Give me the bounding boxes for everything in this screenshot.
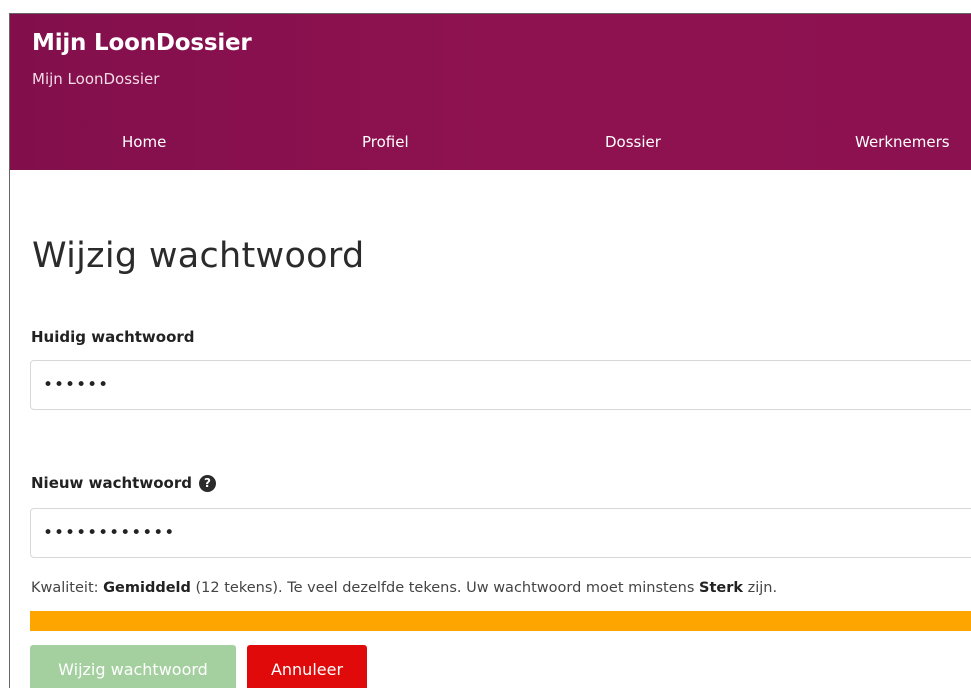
quality-detail: (12 tekens). Te veel dezelfde tekens. Uw… bbox=[190, 580, 699, 596]
current-password-field[interactable] bbox=[30, 360, 971, 410]
password-strength-bar bbox=[30, 611, 971, 631]
site-header: Mijn LoonDossier Mijn LoonDossier Home P… bbox=[10, 14, 971, 170]
nav-item-dossier[interactable]: Dossier bbox=[605, 133, 661, 151]
change-password-button[interactable]: Wijzig wachtwoord bbox=[30, 645, 236, 688]
new-password-label-text: Nieuw wachtwoord bbox=[31, 474, 192, 492]
nav-item-profiel[interactable]: Profiel bbox=[362, 133, 409, 151]
current-password-label-text: Huidig wachtwoord bbox=[31, 328, 195, 346]
quality-required-level: Sterk bbox=[699, 580, 744, 596]
nav-item-werknemers[interactable]: Werknemers bbox=[855, 133, 950, 151]
page-title: Wijzig wachtwoord bbox=[32, 236, 365, 276]
main-nav: Home Profiel Dossier Werknemers bbox=[10, 133, 971, 170]
new-password-field[interactable] bbox=[30, 508, 971, 558]
browser-window: Mijn LoonDossier Mijn LoonDossier Home P… bbox=[9, 13, 971, 688]
nav-item-home[interactable]: Home bbox=[122, 133, 166, 151]
new-password-label: Nieuw wachtwoord ? bbox=[31, 474, 216, 492]
quality-level: Gemiddeld bbox=[103, 580, 191, 596]
quality-suffix: zijn. bbox=[743, 580, 778, 596]
current-password-label: Huidig wachtwoord bbox=[31, 328, 195, 346]
password-quality-text: Kwaliteit: Gemiddeld (12 tekens). Te vee… bbox=[31, 580, 777, 596]
password-strength-fill bbox=[30, 611, 971, 631]
cancel-button[interactable]: Annuleer bbox=[247, 645, 367, 688]
app-title: Mijn LoonDossier bbox=[32, 30, 252, 56]
quality-prefix: Kwaliteit: bbox=[31, 580, 104, 596]
app-subtitle: Mijn LoonDossier bbox=[32, 70, 160, 88]
question-circle-icon[interactable]: ? bbox=[198, 474, 216, 492]
